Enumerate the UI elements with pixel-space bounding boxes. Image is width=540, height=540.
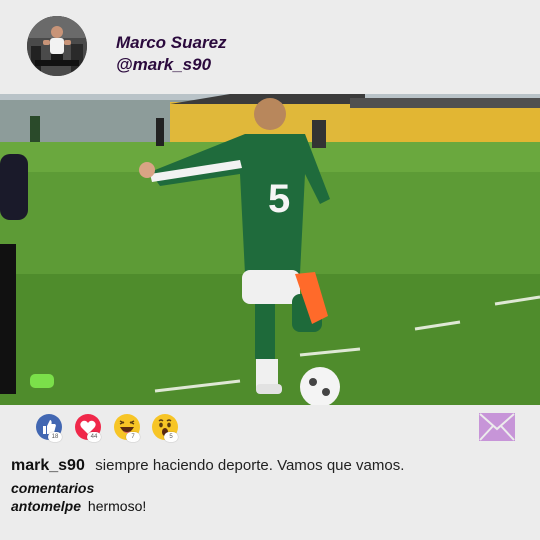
post-header: Marco Suarez @mark_s90 [0, 0, 540, 94]
svg-text:5: 5 [268, 177, 290, 221]
reaction-haha-count: 7 [126, 432, 140, 442]
caption-text: siempre haciendo deporte. Vamos que vamo… [95, 457, 405, 474]
reaction-like-count: 18 [48, 432, 62, 442]
comment-item: antomelpe hermoso! [11, 498, 146, 514]
comment-username[interactable]: antomelpe [11, 498, 81, 514]
profile-name[interactable]: Marco Suarez [116, 33, 227, 53]
post-caption: mark_s90 siempre haciendo deporte. Vamos… [11, 457, 531, 475]
reaction-haha[interactable]: 7 [114, 414, 140, 442]
avatar[interactable] [27, 16, 87, 76]
reaction-wow[interactable]: 5 [152, 414, 178, 442]
post-image[interactable]: 5 [0, 94, 540, 405]
reaction-love-count: 44 [87, 432, 101, 442]
caption-username[interactable]: mark_s90 [11, 457, 85, 474]
envelope-icon [479, 413, 515, 441]
soccer-player-photo: 5 [0, 94, 540, 405]
avatar-photo-icon [27, 16, 87, 76]
profile-handle[interactable]: @mark_s90 [116, 55, 211, 75]
comment-text: hermoso! [87, 498, 147, 514]
reaction-love[interactable]: 44 [75, 414, 101, 442]
comments-link[interactable]: comentarios [11, 480, 94, 496]
reaction-like[interactable]: 18 [36, 414, 62, 442]
reaction-wow-count: 5 [164, 432, 178, 442]
share-button[interactable] [479, 413, 515, 441]
